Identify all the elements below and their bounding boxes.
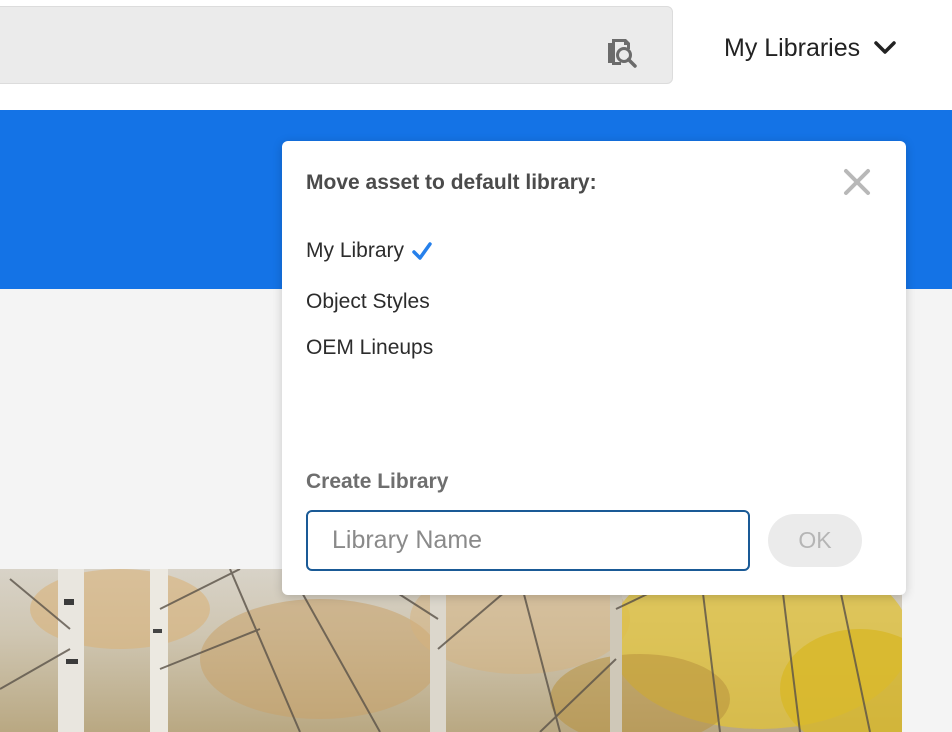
my-libraries-label: My Libraries — [724, 33, 861, 62]
library-name-input[interactable] — [306, 510, 750, 571]
library-item-oem-lineups[interactable]: OEM Lineups — [306, 336, 433, 360]
library-item-label: Object Styles — [306, 290, 430, 313]
my-libraries-dropdown[interactable]: My Libraries — [724, 30, 896, 66]
ok-button[interactable]: OK — [768, 514, 862, 567]
library-item-my-library[interactable]: My Library — [306, 239, 432, 263]
chevron-down-icon — [874, 41, 896, 54]
popover-title: Move asset to default library: — [306, 171, 597, 194]
top-bar: My Libraries — [0, 0, 952, 110]
search-bar[interactable] — [0, 6, 673, 84]
library-item-label: OEM Lineups — [306, 336, 434, 359]
library-item-label: My Library — [306, 239, 405, 262]
library-item-object-styles[interactable]: Object Styles — [306, 290, 430, 314]
close-icon[interactable] — [842, 167, 872, 197]
asset-search-icon[interactable] — [604, 33, 640, 69]
create-library-label: Create Library — [306, 470, 449, 493]
move-asset-popover: Move asset to default library: My Librar… — [282, 141, 906, 595]
checkmark-icon — [412, 242, 432, 260]
